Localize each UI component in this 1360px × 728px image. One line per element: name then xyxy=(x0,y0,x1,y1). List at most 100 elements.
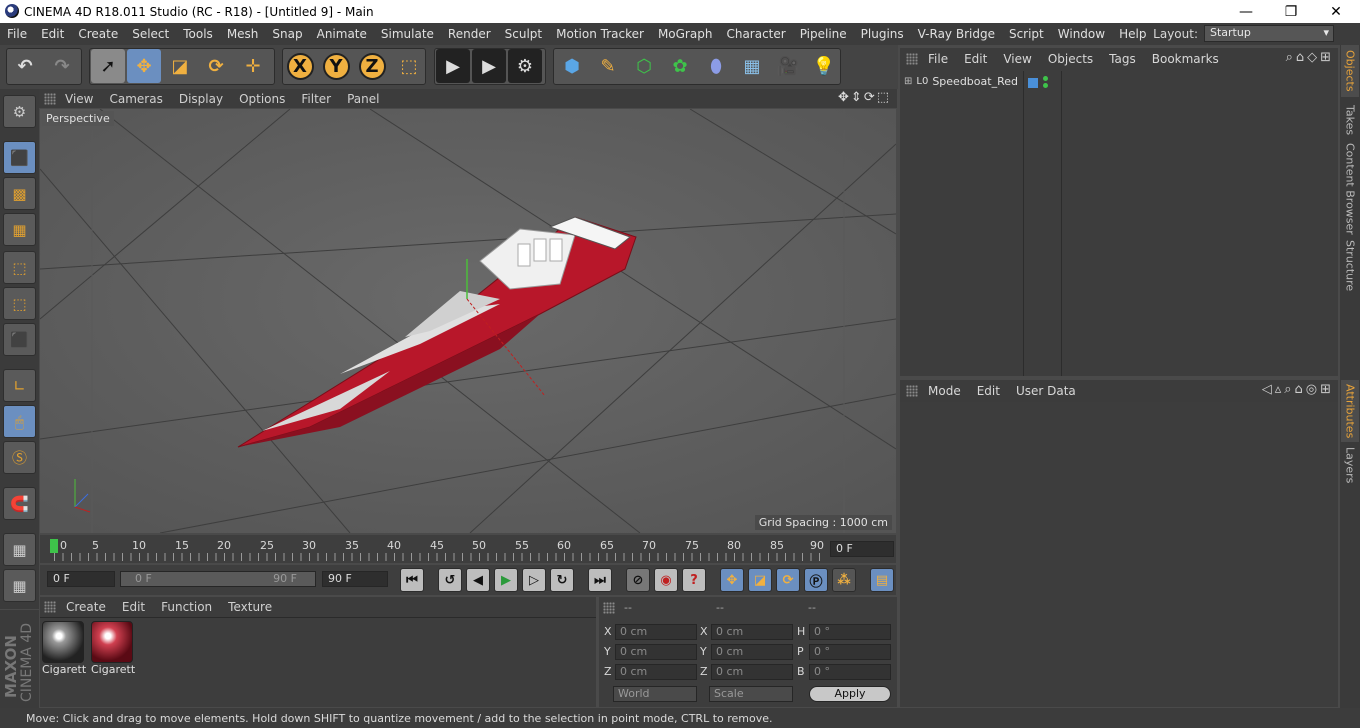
material-menu-function[interactable]: Function xyxy=(153,600,220,614)
texture-mode-icon[interactable]: ▩ xyxy=(3,177,36,210)
viewport-menu-filter[interactable]: Filter xyxy=(293,92,339,106)
attributes-nav-icons[interactable]: ◁▵⌕⌂◎⊞ xyxy=(1262,382,1334,397)
rot-h-field[interactable]: 0 ° xyxy=(809,624,891,640)
rotate-tool-icon[interactable]: ⟳ xyxy=(199,49,233,83)
menu-tools[interactable]: Tools xyxy=(176,27,220,41)
render-visibility-dot[interactable] xyxy=(1043,83,1048,88)
menu-snap[interactable]: Snap xyxy=(265,27,309,41)
menu-mesh[interactable]: Mesh xyxy=(220,27,266,41)
render-view-icon[interactable]: ▶ xyxy=(436,49,470,83)
material-menu-texture[interactable]: Texture xyxy=(220,600,280,614)
timeline-window-icon[interactable]: ▤ xyxy=(870,568,894,592)
viewport-navigation-icons[interactable]: ✥⇕⟳⬚ xyxy=(838,90,891,105)
tab-attributes[interactable]: Attributes xyxy=(1341,380,1359,442)
locked-workplane-icon[interactable]: ▦ xyxy=(3,569,36,602)
floor-icon[interactable]: ▦ xyxy=(735,49,769,83)
material-menu-edit[interactable]: Edit xyxy=(114,600,153,614)
menu-plugins[interactable]: Plugins xyxy=(854,27,911,41)
menu-motion-tracker[interactable]: Motion Tracker xyxy=(549,27,651,41)
move-tool-icon[interactable]: ✥ xyxy=(127,49,161,83)
go-to-end-icon[interactable]: ⏭ xyxy=(588,568,612,592)
key-position-icon[interactable]: ✥ xyxy=(720,568,744,592)
menu-help[interactable]: Help xyxy=(1112,27,1153,41)
menu-select[interactable]: Select xyxy=(125,27,176,41)
rot-p-field[interactable]: 0 ° xyxy=(809,644,891,660)
size-z-field[interactable]: 0 cm xyxy=(711,664,793,680)
tab-takes[interactable]: Takes xyxy=(1341,99,1359,141)
play-forward-icon[interactable]: ▶ xyxy=(494,568,518,592)
camera-icon[interactable]: 🎥 xyxy=(771,49,805,83)
key-point-level-icon[interactable]: ⁂ xyxy=(832,568,856,592)
model-mode-icon[interactable]: ⬛ xyxy=(3,141,36,174)
viewport-menu-display[interactable]: Display xyxy=(171,92,231,106)
record-keys-icon[interactable]: ⊘ xyxy=(626,568,650,592)
viewport-menu-options[interactable]: Options xyxy=(231,92,293,106)
redo-icon[interactable]: ↷ xyxy=(45,49,79,83)
scale-tool-icon[interactable]: ◪ xyxy=(163,49,197,83)
last-tool-icon[interactable]: ✛ xyxy=(236,49,270,83)
polygons-mode-icon[interactable]: ⬛ xyxy=(3,323,36,356)
objects-menu-objects[interactable]: Objects xyxy=(1040,52,1101,66)
go-to-start-icon[interactable]: ⏮ xyxy=(400,568,424,592)
menu-character[interactable]: Character xyxy=(719,27,792,41)
attributes-menu-user-data[interactable]: User Data xyxy=(1008,384,1084,398)
menu-simulate[interactable]: Simulate xyxy=(374,27,441,41)
panel-grip-icon[interactable] xyxy=(603,602,615,614)
timeline-ruler[interactable]: 0 5 10 15 20 25 30 35 40 45 50 55 60 65 … xyxy=(40,535,896,563)
points-mode-icon[interactable]: ⬚ xyxy=(3,251,36,284)
snap-icon[interactable]: 🧲 xyxy=(3,487,36,520)
subdivision-icon[interactable]: ⬡ xyxy=(627,49,661,83)
close-button[interactable]: ✕ xyxy=(1313,0,1359,23)
material-swatch[interactable]: Cigarett xyxy=(42,621,86,676)
z-axis-lock-button[interactable]: Z xyxy=(355,49,389,83)
previous-key-icon[interactable]: ↺ xyxy=(438,568,462,592)
x-axis-lock-button[interactable]: X xyxy=(283,49,317,83)
start-frame-field[interactable]: 0 F xyxy=(47,571,115,587)
next-key-icon[interactable]: ↻ xyxy=(550,568,574,592)
objects-menu-file[interactable]: File xyxy=(920,52,956,66)
workplane-mode-icon[interactable]: ▦ xyxy=(3,213,36,246)
undo-icon[interactable]: ↶ xyxy=(8,49,42,83)
coordinate-system-icon[interactable]: ⬚ xyxy=(392,49,426,83)
size-y-field[interactable]: 0 cm xyxy=(711,644,793,660)
attributes-menu-mode[interactable]: Mode xyxy=(920,384,969,398)
material-swatch[interactable]: Cigarett xyxy=(91,621,135,676)
apply-button[interactable]: Apply xyxy=(809,686,891,702)
minimize-button[interactable]: — xyxy=(1223,0,1269,23)
editor-visibility-dot[interactable] xyxy=(1043,76,1048,81)
keyframe-selection-icon[interactable]: ? xyxy=(682,568,706,592)
preview-range-slider[interactable]: 0 F 90 F xyxy=(120,571,316,587)
object-row[interactable]: ⊞ L0 Speedboat_Red xyxy=(904,75,1018,88)
maximize-button[interactable]: ❐ xyxy=(1268,0,1314,23)
material-menu-create[interactable]: Create xyxy=(58,600,114,614)
menu-edit[interactable]: Edit xyxy=(34,27,71,41)
size-x-field[interactable]: 0 cm xyxy=(711,624,793,640)
pen-spline-icon[interactable]: ✎ xyxy=(591,49,625,83)
current-frame-field[interactable]: 0 F xyxy=(830,541,894,557)
menu-animate[interactable]: Animate xyxy=(310,27,374,41)
pos-x-field[interactable]: 0 cm xyxy=(615,624,697,640)
menu-script[interactable]: Script xyxy=(1002,27,1051,41)
panel-grip-icon[interactable] xyxy=(906,53,918,65)
perspective-viewport[interactable]: Perspective Grid Spacing : 1000 cm xyxy=(40,109,896,533)
pos-y-field[interactable]: 0 cm xyxy=(615,644,697,660)
layer-color-icon[interactable] xyxy=(1028,78,1038,88)
render-settings-icon[interactable]: ⚙ xyxy=(508,49,542,83)
menu-pipeline[interactable]: Pipeline xyxy=(793,27,854,41)
solo-mode-icon[interactable]: Ⓢ xyxy=(3,441,36,474)
objects-menu-edit[interactable]: Edit xyxy=(956,52,995,66)
objects-menu-tags[interactable]: Tags xyxy=(1101,52,1144,66)
cube-icon[interactable]: ⬢ xyxy=(555,49,589,83)
coordinate-system-dropdown[interactable]: World xyxy=(613,686,697,702)
light-icon[interactable]: 💡 xyxy=(807,49,841,83)
array-icon[interactable]: ✿ xyxy=(663,49,697,83)
y-axis-lock-button[interactable]: Y xyxy=(319,49,353,83)
end-frame-field[interactable]: 90 F xyxy=(322,571,388,587)
menu-vray-bridge[interactable]: V-Ray Bridge xyxy=(911,27,1002,41)
make-editable-icon[interactable]: ⚙ xyxy=(3,95,36,128)
viewport-menu-cameras[interactable]: Cameras xyxy=(101,92,170,106)
panel-grip-icon[interactable] xyxy=(44,93,56,105)
menu-file[interactable]: File xyxy=(0,27,34,41)
size-mode-dropdown[interactable]: Scale xyxy=(709,686,793,702)
expand-icon[interactable]: ⊞ xyxy=(904,76,912,87)
